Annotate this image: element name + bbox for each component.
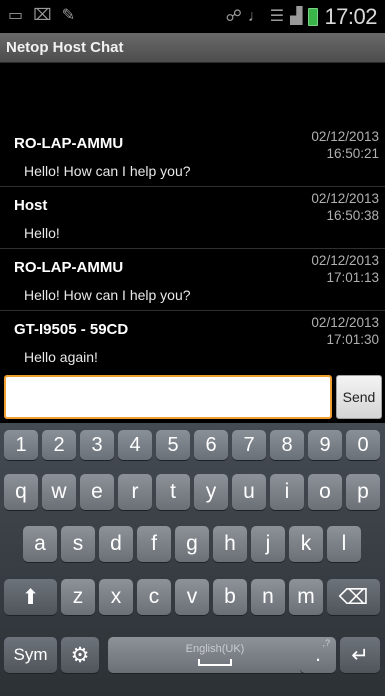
key-8[interactable]: 8 (270, 430, 304, 460)
key-z[interactable]: z (61, 579, 95, 615)
key-h[interactable]: h (213, 526, 247, 562)
space-key[interactable]: English(UK) (108, 637, 322, 673)
sym-key[interactable]: Sym (4, 637, 57, 673)
list-item: RO-LAP-AMMU 02/12/2013 16:50:21 Hello! H… (0, 125, 385, 187)
punctuation-alt-label: ,? (322, 638, 330, 648)
key-e[interactable]: e (80, 474, 114, 510)
compose-bar: Send (0, 373, 385, 423)
message-time: 17:01:30 (326, 332, 379, 347)
app-title: Netop Host Chat (6, 39, 124, 56)
key-1[interactable]: 1 (4, 430, 38, 460)
message-input[interactable] (4, 375, 332, 419)
message-time: 17:01:13 (326, 270, 379, 285)
list-item: Host 02/12/2013 16:50:38 Hello! (0, 187, 385, 249)
key-i[interactable]: i (270, 474, 304, 510)
punctuation-label: . (315, 643, 321, 666)
key-a[interactable]: a (23, 526, 57, 562)
key-0[interactable]: 0 (346, 430, 380, 460)
message-timestamp: 02/12/2013 17:01:30 (311, 314, 379, 348)
key-s[interactable]: s (61, 526, 95, 562)
gear-icon: ⚙ (70, 643, 90, 667)
shift-key[interactable]: ⬆ (4, 579, 57, 615)
send-button[interactable]: Send (336, 375, 382, 419)
key-k[interactable]: k (289, 526, 323, 562)
punctuation-key[interactable]: . ,? (300, 637, 336, 673)
key-m[interactable]: m (289, 579, 323, 615)
wifi-icon: ☰ (269, 8, 285, 25)
key-f[interactable]: f (137, 526, 171, 562)
key-t[interactable]: t (156, 474, 190, 510)
message-text: Hello! How can I help you? (24, 287, 191, 303)
key-b[interactable]: b (213, 579, 247, 615)
app-title-bar: Netop Host Chat (0, 33, 385, 63)
key-7[interactable]: 7 (232, 430, 266, 460)
key-x[interactable]: x (99, 579, 133, 615)
shift-icon: ⬆ (21, 585, 40, 609)
message-date: 02/12/2013 (311, 253, 379, 268)
battery-icon (308, 8, 319, 26)
list-item: RO-LAP-AMMU 02/12/2013 17:01:13 Hello! H… (0, 249, 385, 311)
backspace-icon: ⌫ (338, 585, 369, 609)
key-g[interactable]: g (175, 526, 209, 562)
key-p[interactable]: p (346, 474, 380, 510)
key-2[interactable]: 2 (42, 430, 76, 460)
list-item: GT-I9505 - 59CD 02/12/2013 17:01:30 Hell… (0, 311, 385, 373)
silent-mode-icon: ♩ (247, 8, 264, 25)
keyboard-icon: ▭ (8, 7, 24, 24)
key-j[interactable]: j (251, 526, 285, 562)
key-o[interactable]: o (308, 474, 342, 510)
wrench-icon: ✎ (61, 7, 75, 24)
enter-key[interactable]: ↵ (340, 637, 380, 673)
message-timestamp: 02/12/2013 16:50:38 (311, 190, 379, 224)
key-r[interactable]: r (118, 474, 152, 510)
message-timestamp: 02/12/2013 16:50:21 (311, 128, 379, 162)
message-list[interactable]: RO-LAP-AMMU 02/12/2013 16:50:21 Hello! H… (0, 125, 385, 373)
message-timestamp: 02/12/2013 17:01:13 (311, 252, 379, 286)
enter-icon: ↵ (351, 643, 369, 667)
key-q[interactable]: q (4, 474, 38, 510)
message-sender: RO-LAP-AMMU (14, 259, 124, 276)
soft-keyboard: 1 2 3 4 5 6 7 8 9 0 q w e r t y u i o p … (0, 423, 385, 696)
key-v[interactable]: v (175, 579, 209, 615)
usb-debug-icon: ⌧ (33, 7, 52, 24)
key-w[interactable]: w (42, 474, 76, 510)
key-y[interactable]: y (194, 474, 228, 510)
key-5[interactable]: 5 (156, 430, 190, 460)
message-sender: Host (14, 197, 48, 214)
space-bar-icon (198, 659, 232, 666)
key-d[interactable]: d (99, 526, 133, 562)
key-u[interactable]: u (232, 474, 266, 510)
message-date: 02/12/2013 (311, 191, 379, 206)
nfc-icon: ☍ (225, 8, 242, 25)
backspace-key[interactable]: ⌫ (327, 579, 380, 615)
message-time: 16:50:21 (326, 146, 379, 161)
status-bar: ▭ ⌧ ✎ ☍ ♩ ☰ ▟ 17:02 (0, 0, 385, 33)
key-c[interactable]: c (137, 579, 171, 615)
message-text: Hello! How can I help you? (24, 163, 191, 179)
signal-icon: ▟ (290, 8, 303, 25)
message-time: 16:50:38 (326, 208, 379, 223)
message-sender: RO-LAP-AMMU (14, 135, 124, 152)
space-language-label: English(UK) (185, 643, 245, 655)
key-9[interactable]: 9 (308, 430, 342, 460)
key-n[interactable]: n (251, 579, 285, 615)
message-date: 02/12/2013 (311, 129, 379, 144)
key-6[interactable]: 6 (194, 430, 228, 460)
status-time: 17:02 (324, 4, 377, 29)
message-text: Hello again! (24, 349, 98, 365)
message-sender: GT-I9505 - 59CD (14, 321, 129, 338)
key-3[interactable]: 3 (80, 430, 114, 460)
message-date: 02/12/2013 (311, 315, 379, 330)
message-text: Hello! (24, 225, 60, 241)
settings-key[interactable]: ⚙ (61, 637, 99, 673)
key-l[interactable]: l (327, 526, 361, 562)
key-4[interactable]: 4 (118, 430, 152, 460)
